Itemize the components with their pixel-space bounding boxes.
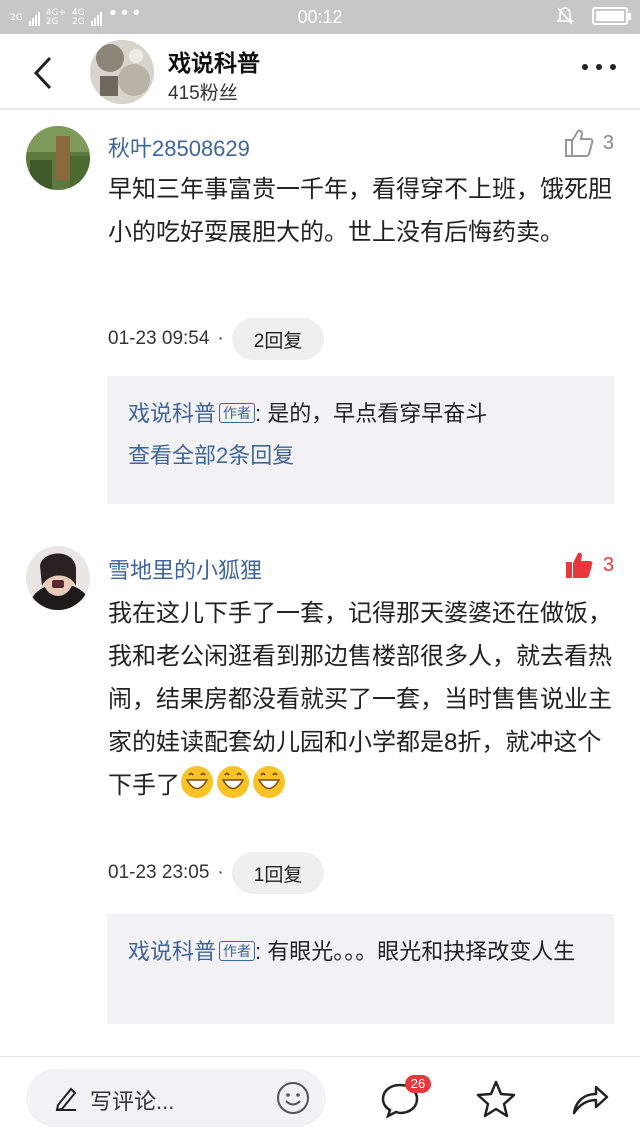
comment-count-badge: 26	[405, 1075, 431, 1093]
comment-item: 秋叶28508629 3 早知三年事富贵一千年，看得穿不上班，饿死胆小的吃好耍展…	[0, 112, 640, 507]
mute-bell-icon	[556, 7, 574, 25]
avatar-image	[26, 546, 90, 610]
avatar-image	[26, 126, 90, 190]
thumbs-up-icon	[564, 129, 594, 157]
more-options-icon[interactable]	[582, 64, 616, 70]
write-comment-input[interactable]: 写评论...	[26, 1069, 326, 1127]
comment-item: 雪地里的小狐狸 3 我在这儿下手了一套，记得那天婆婆还在做饭，我和老公闲逛看到那…	[0, 530, 640, 1030]
reply-count-button[interactable]: 2回复	[231, 318, 325, 360]
header: 戏说科普 415粉丝	[0, 34, 640, 110]
grinning-face-icon	[217, 766, 249, 798]
share-icon[interactable]	[570, 1079, 610, 1119]
follower-count: 415粉丝	[168, 83, 238, 104]
avatar-image	[90, 40, 154, 104]
comment-text: 早知三年事富贵一千年，看得穿不上班，饿死胆小的吃好耍展胆大的。世上没有后悔药卖。	[108, 176, 612, 246]
grinning-face-icon	[181, 766, 213, 798]
reply-text: : 有眼光。。。眼光和抉择改变人生	[255, 939, 576, 964]
comment-username[interactable]: 秋叶28508629	[108, 131, 250, 163]
meta-separator: ·	[217, 862, 224, 883]
reply-box: 戏说科普 作者: 有眼光。。。眼光和抉择改变人生	[107, 914, 614, 1024]
like-count: 3	[602, 131, 614, 154]
bottom-toolbar: 写评论... 26	[0, 1056, 640, 1138]
like-count: 3	[602, 553, 614, 576]
comment-meta: 01-23 23:05 · 1回复	[108, 852, 325, 894]
see-all-replies-link[interactable]: 查看全部2条回复	[128, 434, 593, 478]
smile-icon[interactable]	[276, 1081, 310, 1115]
star-icon[interactable]	[476, 1079, 516, 1119]
comment-time: 01-23 23:05	[108, 862, 210, 883]
reply-box: 戏说科普 作者: 是的，早点看穿早奋斗 查看全部2条回复	[107, 376, 614, 504]
profile-avatar[interactable]	[90, 40, 154, 104]
back-arrow-icon[interactable]	[28, 56, 58, 90]
reply-text: : 是的，早点看穿早奋斗	[255, 401, 488, 426]
status-time: 00:12	[297, 7, 343, 27]
reply-author[interactable]: 戏说科普	[128, 401, 216, 426]
thumbs-up-icon	[565, 552, 593, 578]
author-badge: 作者	[219, 403, 256, 423]
like-button[interactable]: 3	[563, 550, 614, 580]
comment-time: 01-23 09:54	[108, 328, 210, 349]
page-title[interactable]: 戏说科普	[168, 44, 260, 78]
status-bar: 2G 4G+ 2G 4G 2G ••• 00:12	[0, 0, 640, 34]
comment-meta: 01-23 09:54 · 2回复	[108, 318, 325, 360]
avatar[interactable]	[26, 126, 90, 190]
reply-count-button[interactable]: 1回复	[231, 852, 325, 894]
comment-username[interactable]: 雪地里的小狐狸	[108, 553, 262, 585]
reply-author[interactable]: 戏说科普	[128, 939, 216, 964]
grinning-face-icon	[253, 766, 285, 798]
comment-text: 我在这儿下手了一套，记得那天婆婆还在做饭，我和老公闲逛看到那边售楼部很多人，就去…	[108, 592, 618, 807]
author-badge: 作者	[219, 941, 256, 961]
battery-icon	[592, 7, 631, 25]
like-button[interactable]: 3	[563, 128, 614, 158]
write-comment-placeholder: 写评论...	[90, 1089, 175, 1114]
avatar[interactable]	[26, 546, 90, 610]
meta-separator: ·	[217, 328, 224, 349]
reply-item[interactable]: 戏说科普 作者: 是的，早点看穿早奋斗	[128, 394, 593, 434]
reply-item[interactable]: 戏说科普 作者: 有眼光。。。眼光和抉择改变人生	[128, 932, 593, 972]
pen-icon	[55, 1087, 77, 1111]
